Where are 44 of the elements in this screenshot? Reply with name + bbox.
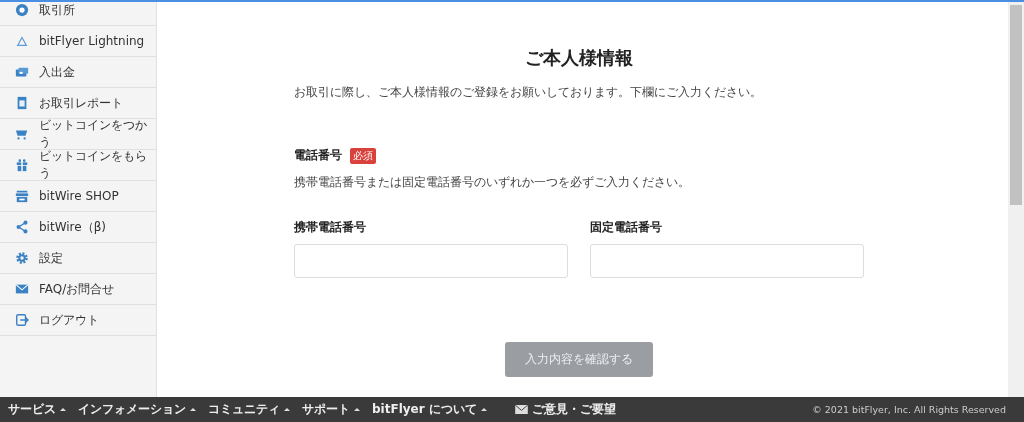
footer-menu[interactable]: サービス xyxy=(8,401,66,418)
copyright-text: © 2021 bitFlyer, Inc. All Rights Reserved xyxy=(812,404,1006,415)
caret-icon xyxy=(480,407,487,412)
scrollbar-thumb[interactable] xyxy=(1010,5,1022,205)
scrollbar[interactable] xyxy=(1008,2,1024,397)
share-icon xyxy=(15,220,29,234)
sidebar-item[interactable]: 設定 xyxy=(0,243,156,274)
shop-icon xyxy=(15,189,29,203)
sidebar-item[interactable]: ビットコインをつかう xyxy=(0,119,156,150)
sidebar-item[interactable]: bitWire SHOP xyxy=(0,181,156,212)
mail-icon xyxy=(514,405,528,414)
settings-icon xyxy=(15,251,29,265)
sidebar-item[interactable]: bitWire（β) xyxy=(0,212,156,243)
sidebar-item[interactable]: FAQ/お問合せ xyxy=(0,274,156,305)
page-title: ご本人様情報 xyxy=(523,46,634,70)
gift-icon xyxy=(15,158,29,172)
required-badge: 必須 xyxy=(349,147,376,164)
sidebar-item[interactable]: 入出金 xyxy=(0,57,156,88)
sidebar-item[interactable]: 取引所 xyxy=(0,2,156,26)
section-heading: 電話番号 xyxy=(293,147,342,164)
section-note: 携帯電話番号または固定電話番号のいずれか一つを必ずご入力ください。 xyxy=(293,174,691,191)
caret-icon xyxy=(60,407,66,412)
caret-icon xyxy=(190,407,196,412)
report-icon xyxy=(15,96,29,110)
footer-menu[interactable]: bitFlyer について xyxy=(372,401,487,418)
sidebar-item[interactable]: お取引レポート xyxy=(0,88,156,119)
cash-icon xyxy=(15,65,29,79)
footer-menu[interactable]: インフォメーション xyxy=(78,401,196,418)
caret-icon xyxy=(354,407,360,412)
footer-menu[interactable]: サポート xyxy=(302,401,360,418)
mail-icon xyxy=(15,282,29,296)
feedback-link[interactable]: ご意見・ご要望 xyxy=(514,401,616,418)
footer-menu[interactable]: コミュニティ xyxy=(208,401,290,418)
input-field[interactable] xyxy=(293,244,568,278)
sidebar-item[interactable]: bitFlyer Lightning xyxy=(0,26,156,57)
triangle-icon xyxy=(15,34,29,48)
field-label: 固定電話番号 xyxy=(589,219,663,236)
intro-text: お取引に際し、ご本人様情報のご登録をお願いしております。下欄にご入力ください。 xyxy=(293,84,763,101)
sidebar-item[interactable]: ログアウト xyxy=(0,305,156,336)
field-label: 携帯電話番号 xyxy=(293,219,367,236)
caret-icon xyxy=(284,407,290,412)
input-field[interactable] xyxy=(589,244,864,278)
logout-icon xyxy=(15,313,29,327)
sidebar-item[interactable]: ビットコインをもらう xyxy=(0,150,156,181)
